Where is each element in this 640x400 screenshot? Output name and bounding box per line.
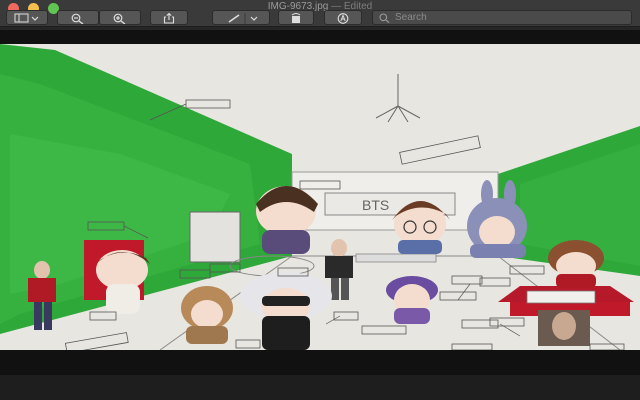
photo-portrait-right: [538, 310, 590, 346]
pen-icon: [228, 13, 258, 24]
search-icon: [379, 13, 390, 23]
zoom-out-icon: [71, 13, 84, 24]
rotate-icon: [291, 13, 301, 23]
toolbar: [0, 10, 640, 28]
zoom-in-button[interactable]: [99, 10, 141, 25]
sidebar-icon: [14, 13, 39, 23]
zoom-in-icon: [113, 13, 126, 24]
share-icon: [163, 13, 175, 24]
share-button[interactable]: [150, 10, 188, 25]
hand-drawn-room-picture: BTS: [0, 44, 640, 350]
bottom-letterbox: [0, 375, 640, 400]
figure-boy-right: [548, 240, 604, 288]
sidebar-view-button[interactable]: [6, 10, 48, 25]
rotate-button[interactable]: [278, 10, 314, 25]
figure-bear-costume: [181, 286, 233, 344]
search-input[interactable]: [395, 11, 625, 24]
displayed-photo: BTS: [0, 44, 640, 350]
preview-window: IMG-9673.jpg — Edited Search BTS: [0, 0, 640, 400]
zoom-out-button[interactable]: [57, 10, 99, 25]
markup-toolbar-button[interactable]: [324, 10, 362, 25]
markup-pen-button[interactable]: [212, 10, 270, 25]
markup-icon: [337, 13, 349, 24]
figure-boy-top-center: [256, 186, 318, 254]
bts-sign: BTS: [362, 197, 389, 213]
search-field[interactable]: [372, 10, 632, 25]
